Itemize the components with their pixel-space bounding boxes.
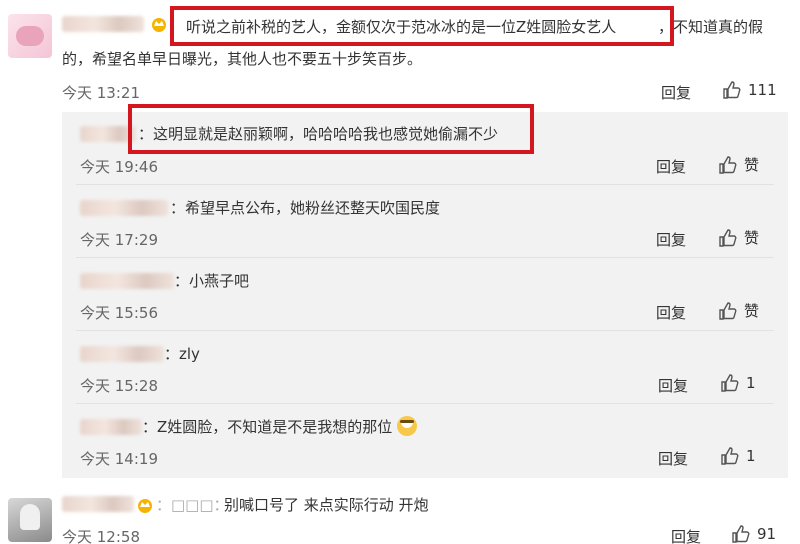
crown-badge-icon <box>138 499 152 513</box>
like-button[interactable]: 1 <box>720 373 756 393</box>
list-item: ：Z姓圆脸，不知道是不是我想的那位 今天 14:19 回复 1 <box>62 404 788 477</box>
username-blurred[interactable] <box>80 200 168 216</box>
reply-thread: ：这明显就是赵丽颖啊，哈哈哈哈我也感觉她偷漏不少 今天 19:46 回复 赞 ：… <box>62 112 788 478</box>
like-button[interactable]: 赞 <box>718 300 759 321</box>
reply-button[interactable]: 回复 <box>656 229 686 250</box>
like-count: 111 <box>748 81 777 99</box>
reply-button[interactable]: 回复 <box>656 302 686 323</box>
thumbs-up-icon <box>721 374 739 392</box>
avatar[interactable] <box>8 14 52 58</box>
reply-time: 今天 14:19 <box>80 450 158 468</box>
reply-button[interactable]: 回复 <box>671 526 701 544</box>
mention-text[interactable]: ：□□□： <box>156 494 229 516</box>
comment-text: 别喊口号了 来点实际行动 开炮 <box>224 496 429 514</box>
thumbs-up-icon <box>721 447 739 465</box>
reply-text: ：Z姓圆脸，不知道是不是我想的那位 <box>142 416 418 438</box>
reply-text: ：希望早点公布，她粉丝还整天吹国民度 <box>170 199 441 217</box>
username-blurred[interactable] <box>80 419 142 435</box>
reply-button[interactable]: 回复 <box>661 82 691 103</box>
thumbs-up-icon <box>723 81 741 99</box>
username-blurred[interactable] <box>80 273 174 289</box>
thumbs-up-icon <box>719 228 737 247</box>
like-count: 赞 <box>744 229 760 247</box>
crown-badge-icon <box>152 18 166 32</box>
thumbs-up-icon <box>732 525 750 543</box>
comment-time: 今天 13:21 <box>62 84 140 102</box>
list-item: ：希望早点公布，她粉丝还整天吹国民度 今天 17:29 回复 赞 <box>62 185 788 258</box>
reply-time: 今天 15:56 <box>80 304 158 322</box>
reply-button[interactable]: 回复 <box>658 448 688 469</box>
like-count: 赞 <box>744 156 760 174</box>
like-button[interactable]: 1 <box>720 446 756 466</box>
like-count: 赞 <box>744 302 760 320</box>
highlight-box <box>128 104 534 154</box>
thumbs-up-icon <box>719 301 737 320</box>
reply-text: ：小燕子吧 <box>174 272 250 290</box>
like-count: 1 <box>746 374 756 392</box>
avatar[interactable] <box>8 498 52 542</box>
list-item: ：小燕子吧 今天 15:56 回复 赞 <box>62 258 788 331</box>
reply-time: 今天 17:29 <box>80 231 158 249</box>
like-button[interactable]: 111 <box>722 80 777 100</box>
like-count: 1 <box>746 447 756 465</box>
username-blurred[interactable] <box>62 16 144 32</box>
username-blurred[interactable] <box>80 346 164 362</box>
reply-button[interactable]: 回复 <box>658 375 688 396</box>
reply-time: 今天 15:28 <box>80 377 158 395</box>
like-button[interactable]: 91 <box>731 524 776 544</box>
thumbs-up-icon <box>719 155 737 174</box>
laughing-emoji-icon <box>397 416 418 436</box>
like-count: 91 <box>757 525 777 543</box>
reply-button[interactable]: 回复 <box>656 156 686 177</box>
like-button[interactable]: 赞 <box>718 227 759 248</box>
reply-text: ：zly <box>164 345 200 363</box>
comment-time: 今天 12:58 <box>62 528 140 544</box>
reply-text-content: ：Z姓圆脸，不知道是不是我想的那位 <box>142 418 393 436</box>
reply-time: 今天 19:46 <box>80 158 158 176</box>
like-button[interactable]: 赞 <box>718 154 759 175</box>
highlight-box <box>170 6 674 46</box>
username-blurred[interactable] <box>62 496 134 512</box>
comment-text-line2: 的，希望名单早日曝光，其他人也不要五十步笑百步。 <box>62 50 423 68</box>
list-item: ：zly 今天 15:28 回复 1 <box>62 331 788 404</box>
